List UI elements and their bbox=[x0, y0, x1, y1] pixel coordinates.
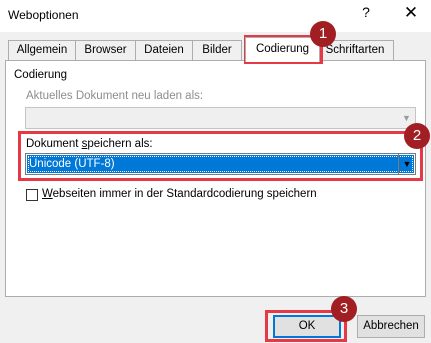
standard-encoding-checkbox[interactable] bbox=[26, 189, 38, 201]
save-as-label: Dokument speichern als: bbox=[26, 138, 153, 150]
cancel-button[interactable]: Abbrechen bbox=[357, 315, 425, 338]
group-title: Codierung bbox=[14, 69, 68, 81]
tab-browser[interactable]: Browser bbox=[75, 40, 136, 60]
tab-allgemein[interactable]: Allgemein bbox=[8, 40, 76, 60]
reload-as-combobox: ▼ bbox=[25, 107, 416, 129]
ok-button[interactable]: OK bbox=[273, 315, 341, 338]
window-title: Weboptionen bbox=[8, 8, 79, 22]
annotation-badge-1: 1 bbox=[310, 21, 336, 47]
standard-encoding-label[interactable]: Webseiten immer in der Standardcodierung… bbox=[42, 188, 317, 200]
annotation-badge-2: 2 bbox=[404, 123, 430, 149]
tab-dateien[interactable]: Dateien bbox=[135, 40, 193, 60]
chevron-down-icon[interactable]: ▼ bbox=[398, 154, 415, 174]
reload-as-label: Aktuelles Dokument neu laden als: bbox=[26, 90, 204, 102]
save-as-value: Unicode (UTF-8) bbox=[27, 155, 414, 173]
annotation-badge-3: 3 bbox=[331, 296, 357, 322]
tab-codierung[interactable]: Codierung bbox=[245, 37, 320, 62]
save-as-combobox[interactable]: Unicode (UTF-8) ▼ bbox=[25, 153, 416, 175]
help-button[interactable]: ? bbox=[356, 4, 376, 26]
close-button[interactable]: ✕ bbox=[398, 3, 424, 27]
tab-bilder[interactable]: Bilder bbox=[192, 40, 242, 60]
